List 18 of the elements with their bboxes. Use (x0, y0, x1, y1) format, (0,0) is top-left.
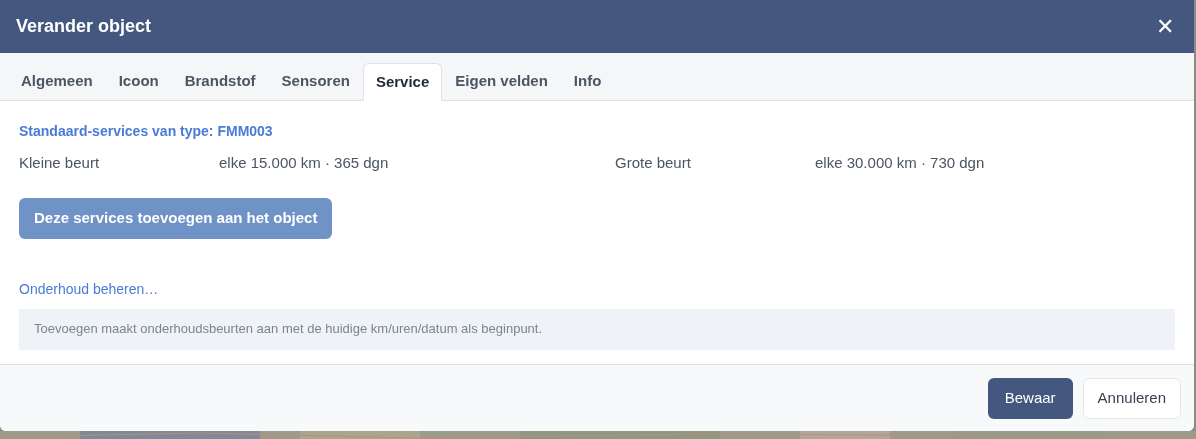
tab[interactable]: Eigen velden (442, 62, 561, 100)
window-title: Verander object (16, 15, 152, 38)
cancel-button[interactable]: Annuleren (1082, 377, 1181, 419)
tab[interactable]: Icoon (105, 62, 172, 100)
tab[interactable]: Algemeen (8, 62, 106, 100)
service-name: Grote beurt (615, 153, 692, 173)
close-button[interactable]: ✕ (1152, 15, 1178, 38)
tab[interactable]: Service (362, 63, 443, 101)
service-interval: elke 15.000 km · 365 dgn (219, 153, 390, 173)
save-button[interactable]: Bewaar (987, 377, 1073, 419)
tab[interactable]: Sensoren (268, 62, 363, 100)
manage-maintenance-link[interactable]: Onderhoud beheren… (19, 280, 159, 297)
info-text: Toevoegen maakt onderhoudsbeurten aan met de huidige km/uren/datum als beginpunt. (34, 320, 543, 339)
service-interval: elke 30.000 km · 730 dgn (815, 153, 986, 173)
tab[interactable]: Info (560, 62, 615, 100)
tab[interactable]: Brandstof (171, 62, 269, 100)
section-heading: Standaard-services van type: FMM003 (19, 122, 274, 141)
service-name: Kleine beurt (19, 153, 101, 173)
